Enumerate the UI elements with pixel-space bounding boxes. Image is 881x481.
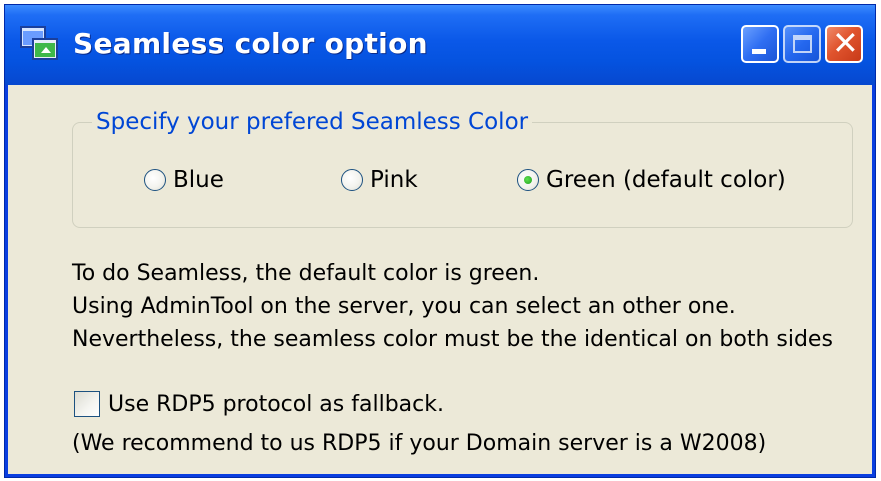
radio-blue[interactable]: Blue bbox=[144, 165, 224, 195]
info-text-line-1: To do Seamless, the default color is gre… bbox=[72, 261, 540, 286]
info-text-line-2: Using AdminTool on the server, you can s… bbox=[72, 294, 736, 319]
window-title: Seamless color option bbox=[73, 27, 428, 60]
radio-pink-label[interactable]: Pink bbox=[370, 167, 418, 193]
rdp5-fallback-checkbox[interactable] bbox=[74, 391, 100, 417]
radio-pink[interactable]: Pink bbox=[341, 165, 418, 195]
radio-green-label[interactable]: Green (default color) bbox=[546, 167, 786, 193]
radio-blue-label[interactable]: Blue bbox=[173, 167, 224, 193]
info-text-line-3: Nevertheless, the seamless color must be… bbox=[72, 327, 833, 352]
close-icon: ✕ bbox=[832, 24, 859, 62]
radio-blue-indicator[interactable] bbox=[144, 169, 166, 191]
radio-green-indicator[interactable] bbox=[517, 169, 539, 191]
rdp5-fallback-label[interactable]: Use RDP5 protocol as fallback. bbox=[108, 392, 444, 417]
close-button[interactable]: ✕ bbox=[825, 25, 863, 63]
minimize-icon bbox=[752, 49, 766, 54]
dialog-window: Seamless color option ✕ Specify your pre… bbox=[4, 4, 876, 478]
radio-pink-indicator[interactable] bbox=[341, 169, 363, 191]
rdp5-fallback-option[interactable]: Use RDP5 protocol as fallback. bbox=[74, 391, 444, 417]
maximize-icon bbox=[793, 35, 812, 53]
app-window-icon bbox=[20, 26, 58, 60]
title-bar[interactable]: Seamless color option ✕ bbox=[5, 5, 875, 85]
rdp5-recommendation-note: (We recommend to us RDP5 if your Domain … bbox=[72, 431, 767, 456]
groupbox-legend: Specify your prefered Seamless Color bbox=[92, 109, 533, 135]
maximize-button[interactable] bbox=[783, 25, 821, 63]
radio-green[interactable]: Green (default color) bbox=[517, 165, 786, 195]
minimize-button[interactable] bbox=[741, 25, 779, 63]
dialog-body: Specify your prefered Seamless Color Blu… bbox=[8, 85, 872, 474]
